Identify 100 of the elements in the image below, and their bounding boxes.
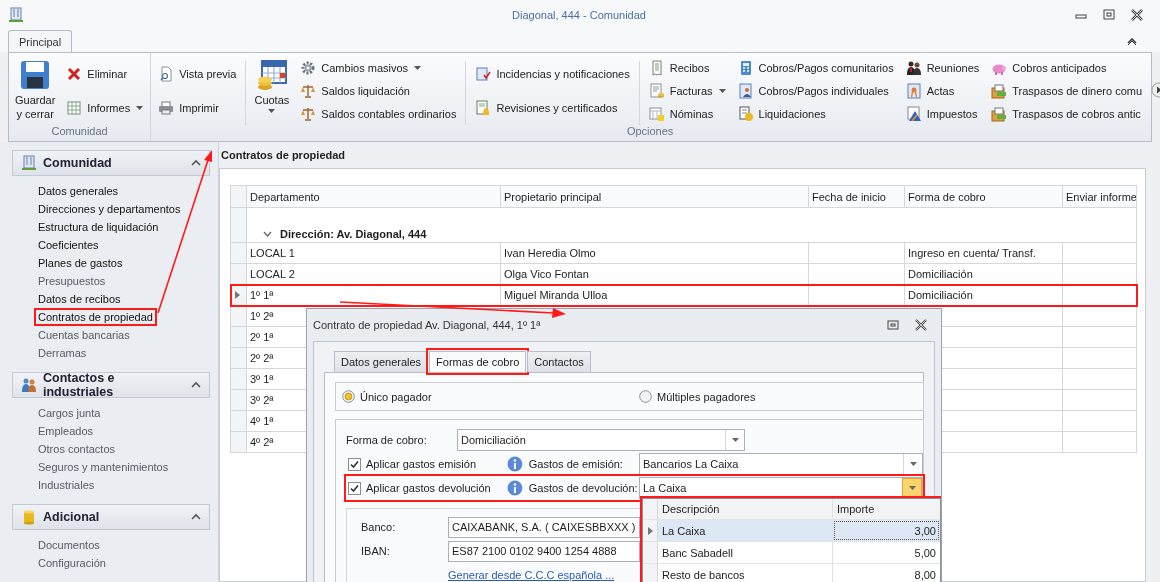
radio-icon[interactable]	[639, 390, 652, 403]
group-label: Dirección: Av. Diagonal, 444	[280, 228, 427, 240]
sidebar-item[interactable]: Documentos	[34, 536, 104, 554]
section-header[interactable]: Comunidad	[12, 150, 210, 176]
sidebar-item[interactable]: Planes de gastos	[34, 254, 127, 272]
sidebar-item[interactable]: Seguros y mantenimientos	[34, 458, 173, 476]
gear-icon	[300, 60, 317, 77]
caret-icon[interactable]	[731, 438, 739, 442]
ribbon-button[interactable]: Imprimir	[155, 98, 240, 118]
sidebar-item[interactable]: Cargos junta	[34, 404, 105, 422]
field-label: Banco:	[361, 521, 397, 533]
ribbon-button[interactable]: Actas	[902, 81, 983, 101]
info-icon[interactable]	[506, 480, 523, 496]
text-field[interactable]: ES87 2100 0102 9400 1254 4888	[448, 540, 640, 562]
column-header[interactable]: Departamento	[246, 185, 501, 208]
people-icon	[21, 377, 37, 393]
sidebar-item[interactable]: Derramas	[34, 344, 91, 362]
checkbox-icon[interactable]	[348, 457, 361, 471]
sidebar-item[interactable]: Industriales	[34, 476, 99, 494]
column-header[interactable]: Fecha de inicio	[808, 185, 905, 208]
ribbon-button[interactable]: Saldos liquidación	[297, 81, 460, 101]
collapse-ribbon-icon[interactable]	[1126, 36, 1138, 46]
column-header[interactable]: Propietario principal	[500, 185, 809, 208]
ribbon-button[interactable]: Saldos contables ordinarios	[297, 103, 460, 124]
ribbon-button[interactable]: Vista previa	[155, 64, 240, 84]
building-icon	[8, 7, 24, 23]
field-label: Forma de cobro:	[346, 434, 428, 446]
ribbon-button[interactable]: Incidencias y notificaciones	[472, 64, 633, 84]
ribbon-group-label: Opciones	[625, 125, 675, 139]
table-cell: 1º 1ª	[250, 289, 274, 301]
ribbon-button[interactable]: Traspasos de dinero comu	[988, 81, 1146, 101]
ribbon-button[interactable]: Reuniones	[902, 58, 983, 79]
checkbox[interactable]: Aplicar gastos devolución	[346, 481, 507, 495]
dialog-tab[interactable]: Formas de cobro	[429, 351, 527, 372]
chevron-icon[interactable]	[191, 159, 201, 167]
sidebar-item[interactable]: Cuentas bancarias	[34, 326, 134, 344]
ribbon-tab[interactable]: Principal	[8, 30, 73, 52]
radio-option[interactable]: Único pagador	[342, 390, 639, 403]
ribbon-button[interactable]: Cuotas	[250, 57, 294, 115]
ribbon-button[interactable]: Informes	[63, 98, 147, 118]
ribbon-button[interactable]: Cobros anticipados	[988, 58, 1146, 79]
delete-icon	[66, 66, 83, 82]
sidebar-item[interactable]: Estructura de liquidación	[34, 218, 163, 236]
table-cell: LOCAL 2	[250, 268, 295, 280]
dialog-tab[interactable]: Datos generales	[334, 351, 429, 372]
radio-icon[interactable]	[342, 390, 355, 403]
close-icon[interactable]	[915, 319, 927, 331]
dropdown-field[interactable]: La Caixa	[639, 477, 923, 499]
table-cell: Olga Vico Fontan	[504, 268, 589, 280]
dropdown-field[interactable]: Bancarios La Caixa	[639, 453, 923, 475]
list-row[interactable]: Banc Sabadell 5,00	[643, 542, 940, 564]
dialog-title: Contrato de propiedad Av. Diagonal, 444, 1º 1ª	[313, 319, 541, 331]
link[interactable]: Generar desde C.C.C española ...	[448, 569, 615, 581]
scale-icon	[300, 105, 317, 122]
chevron-icon[interactable]	[263, 231, 272, 237]
ribbon-button[interactable]: Guardar y cerrar	[11, 57, 60, 123]
table-cell: Domiciliación	[908, 268, 973, 280]
dropdown-field[interactable]: Domiciliación	[457, 429, 745, 451]
sidebar-item[interactable]: Coeficientes	[34, 236, 103, 254]
chevron-icon[interactable]	[191, 381, 201, 389]
checkbox[interactable]: Aplicar gastos emisión	[346, 457, 507, 471]
caret-icon[interactable]	[909, 462, 917, 466]
tax-document-icon	[905, 105, 922, 122]
ribbon-button[interactable]: Recibos	[645, 58, 729, 79]
sidebar-item[interactable]: Configuración	[34, 554, 110, 572]
sidebar-item[interactable]: Datos de recibos	[34, 290, 125, 308]
caret-icon[interactable]	[908, 486, 916, 490]
ribbon-button[interactable]: Revisiones y certificados	[472, 98, 633, 118]
ribbon-button[interactable]: Eliminar	[63, 64, 147, 84]
ribbon-button[interactable]: Cobros/Pagos individuales	[734, 81, 897, 101]
dialog-tab[interactable]: Contactos	[527, 351, 591, 372]
sidebar-item[interactable]: Empleados	[34, 422, 98, 440]
section-title: Contactos e industriales	[43, 371, 116, 399]
sidebar-item[interactable]: Otros contactos	[34, 440, 120, 458]
restore-icon[interactable]	[887, 319, 899, 331]
column-header[interactable]: Forma de cobro	[904, 185, 1063, 208]
certificate-icon	[905, 83, 922, 99]
sidebar-item[interactable]: Direcciones y departamentos	[34, 200, 185, 218]
sidebar-item[interactable]: Presupuestos	[34, 272, 110, 290]
radio-option[interactable]: Múltiples pagadores	[639, 390, 756, 403]
ribbon-button[interactable]: Nóminas	[645, 103, 729, 124]
restore-icon[interactable]	[1102, 8, 1116, 22]
close-icon[interactable]	[1130, 8, 1144, 22]
info-icon[interactable]	[506, 456, 523, 472]
text-field[interactable]: CAIXABANK, S.A. ( CAIXESBBXXX )	[448, 516, 640, 538]
section-header[interactable]: Adicional	[12, 504, 210, 530]
caret-icon	[718, 89, 726, 93]
sidebar-item[interactable]: Datos generales	[34, 182, 123, 200]
checkbox-icon[interactable]	[348, 481, 361, 495]
table-cell: LOCAL 1	[250, 247, 295, 259]
ribbon-button[interactable]: Cambios masivos	[297, 58, 460, 79]
chevron-icon[interactable]	[191, 513, 201, 521]
sidebar-item[interactable]: Contratos de propiedad	[34, 308, 157, 326]
ribbon-button[interactable]: Impuestos	[902, 103, 983, 124]
ribbon-button[interactable]: Cobros/Pagos comunitarios	[734, 58, 897, 79]
ribbon-button[interactable]: Liquidaciones	[734, 103, 897, 124]
section-header[interactable]: Contactos e industriales	[12, 372, 210, 398]
ribbon-button[interactable]: Facturas	[645, 81, 729, 101]
list-row[interactable]: Resto de bancos 8,00	[643, 564, 940, 582]
ribbon-button[interactable]: Traspasos de cobros antic	[988, 103, 1146, 124]
